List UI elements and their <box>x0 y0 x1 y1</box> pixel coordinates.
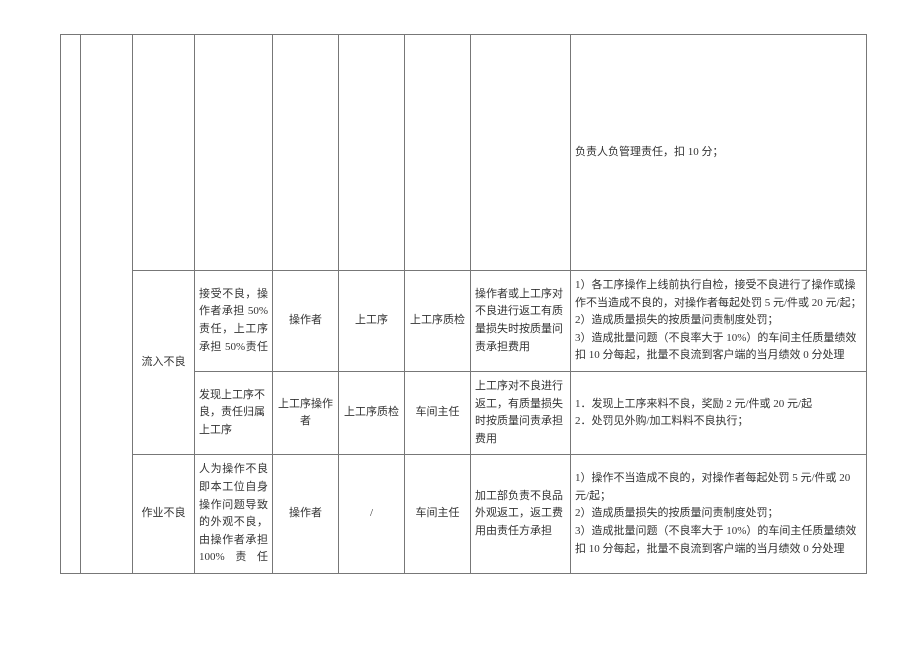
cell: 人为操作不良即本工位自身操作问题导致的外观不良，由操作者承担 100%责任 <box>195 455 273 574</box>
cell: 操作者 <box>273 455 339 574</box>
cell <box>195 35 273 271</box>
cell <box>471 35 571 271</box>
cell: 操作者或上工序对不良进行返工有质量损失时按质量问责承担费用 <box>471 271 571 372</box>
cell: 发现上工序不良，责任归属上工序 <box>195 371 273 454</box>
cell: 1）操作不当造成不良的，对操作者每起处罚 5 元/件或 20 元/起；2）造成质… <box>571 455 867 574</box>
cell <box>81 35 133 574</box>
cell <box>273 35 339 271</box>
cell <box>405 35 471 271</box>
cell: 加工部负责不良品外观返工，返工费用由责任方承担 <box>471 455 571 574</box>
cell: 接受不良，操作者承担 50%责任，上工序承担 50%责任 <box>195 271 273 372</box>
cell: 上工序质检 <box>339 371 405 454</box>
cell: 负责人负管理责任，扣 10 分； <box>571 35 867 271</box>
cell: 1．发现上工序来料不良，奖励 2 元/件或 20 元/起2．处罚见外购/加工料料… <box>571 371 867 454</box>
policy-table: 负责人负管理责任，扣 10 分； 流入不良 接受不良，操作者承担 50%责任，上… <box>60 34 867 574</box>
cell: 上工序对不良进行返工，有质量损失时按质量问责承担费用 <box>471 371 571 454</box>
cell: 操作者 <box>273 271 339 372</box>
table-row: 流入不良 接受不良，操作者承担 50%责任，上工序承担 50%责任 操作者 上工… <box>61 271 867 372</box>
cell <box>133 35 195 271</box>
page: 负责人负管理责任，扣 10 分； 流入不良 接受不良，操作者承担 50%责任，上… <box>0 0 920 651</box>
cell <box>339 35 405 271</box>
cell <box>61 35 81 574</box>
cell-operation: 作业不良 <box>133 455 195 574</box>
table-row: 负责人负管理责任，扣 10 分； <box>61 35 867 271</box>
cell: 1）各工序操作上线前执行自检，接受不良进行了操作或操作不当造成不良的，对操作者每… <box>571 271 867 372</box>
cell: 上工序质检 <box>405 271 471 372</box>
cell: / <box>339 455 405 574</box>
table-row: 作业不良 人为操作不良即本工位自身操作问题导致的外观不良，由操作者承担 100%… <box>61 455 867 574</box>
cell: 车间主任 <box>405 455 471 574</box>
cell: 车间主任 <box>405 371 471 454</box>
cell: 上工序 <box>339 271 405 372</box>
cell: 上工序操作者 <box>273 371 339 454</box>
cell-flowin: 流入不良 <box>133 271 195 455</box>
